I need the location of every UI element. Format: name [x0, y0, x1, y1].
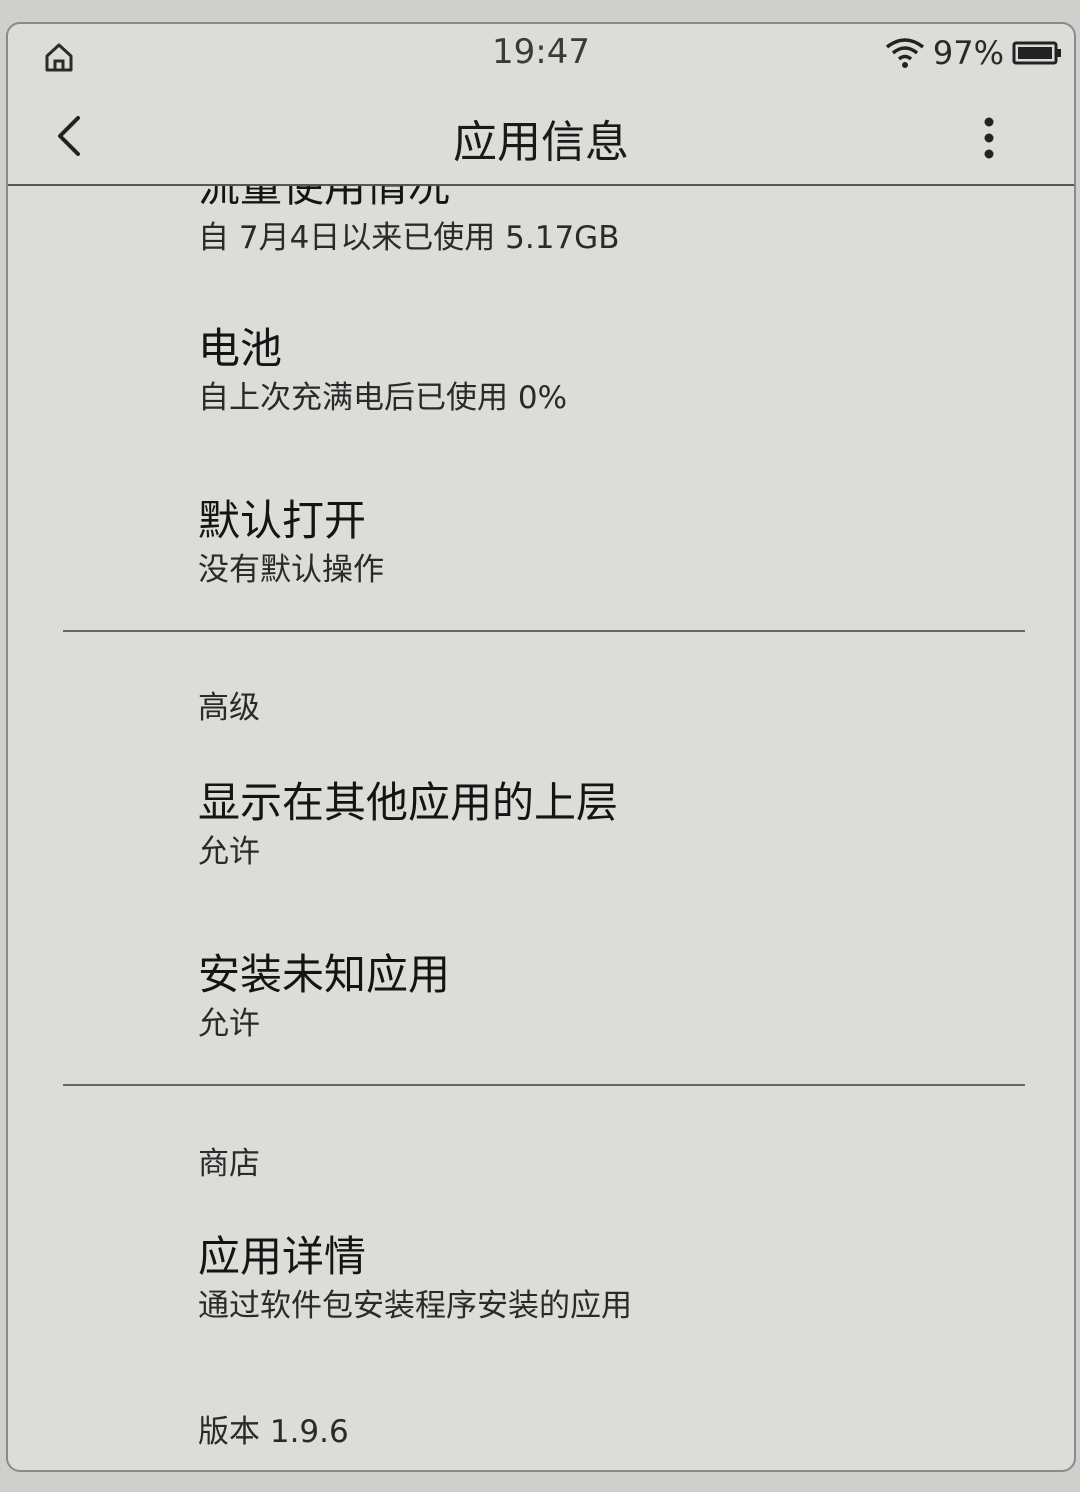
screen: 19:47 97% 应用信息 流量使用情况 自 7月4日以来已使用 5.17GB… — [6, 22, 1076, 1472]
install-unknown-apps-item[interactable]: 安装未知应用 允许 — [198, 950, 450, 1044]
divider — [63, 630, 1025, 632]
battery-icon — [1012, 41, 1061, 65]
status-bar: 19:47 97% — [8, 24, 1074, 88]
more-vert-icon[interactable] — [974, 110, 1004, 166]
battery-subtitle: 自上次充满电后已使用 0% — [198, 380, 568, 416]
battery-percent: 97% — [932, 34, 1004, 72]
section-header-advanced: 高级 — [198, 690, 260, 726]
page-title: 应用信息 — [453, 117, 629, 168]
display-over-apps-title: 显示在其他应用的上层 — [198, 778, 619, 827]
divider — [63, 1084, 1025, 1086]
settings-list: 流量使用情况 自 7月4日以来已使用 5.17GB 电池 自上次充满电后已使用 … — [8, 184, 1074, 1470]
app-details-subtitle: 通过软件包安装程序安装的应用 — [198, 1288, 632, 1324]
display-over-apps-item[interactable]: 显示在其他应用的上层 允许 — [198, 778, 618, 872]
data-usage-subtitle: 自 7月4日以来已使用 5.17GB — [198, 220, 620, 256]
open-by-default-item[interactable]: 默认打开 没有默认操作 — [198, 496, 384, 590]
install-unknown-apps-title: 安装未知应用 — [198, 950, 451, 999]
section-header-store: 商店 — [198, 1146, 260, 1182]
wifi-icon — [885, 38, 924, 68]
open-by-default-subtitle: 没有默认操作 — [198, 552, 384, 588]
app-details-title: 应用详情 — [198, 1232, 367, 1281]
app-toolbar: 应用信息 — [8, 88, 1074, 186]
battery-item[interactable]: 电池 自上次充满电后已使用 0% — [198, 324, 567, 418]
data-usage-title: 流量使用情况 — [198, 184, 451, 211]
device-frame: 19:47 97% 应用信息 流量使用情况 自 7月4日以来已使用 5.17GB… — [0, 0, 1080, 1492]
battery-title: 电池 — [198, 324, 283, 373]
app-version: 版本 1.9.6 — [198, 1414, 349, 1450]
app-details-item[interactable]: 应用详情 通过软件包安装程序安装的应用 — [198, 1232, 632, 1326]
status-right: 97% — [885, 34, 1062, 72]
install-unknown-apps-subtitle: 允许 — [198, 1006, 260, 1042]
display-over-apps-subtitle: 允许 — [198, 834, 260, 870]
open-by-default-title: 默认打开 — [198, 496, 367, 545]
